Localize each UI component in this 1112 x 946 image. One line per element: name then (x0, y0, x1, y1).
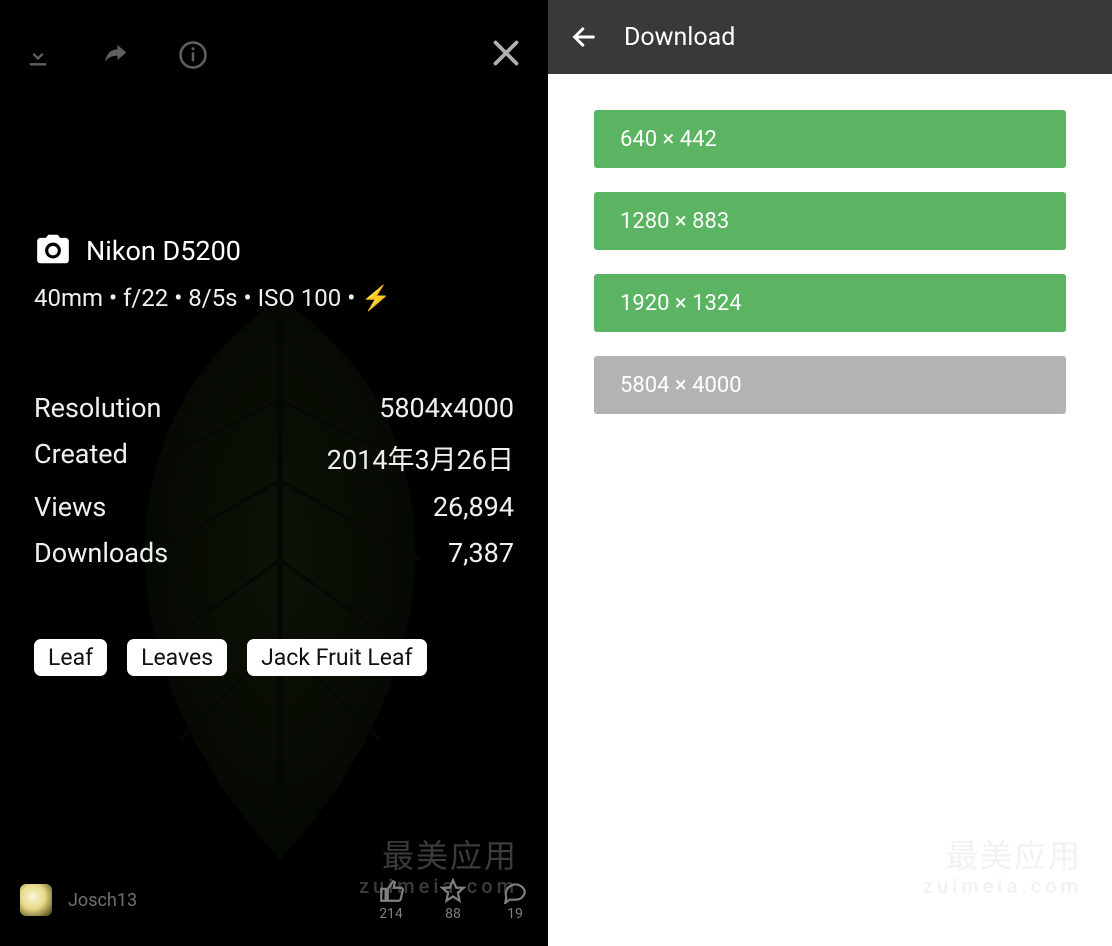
username[interactable]: Josch13 (68, 890, 137, 911)
camera-icon (34, 230, 72, 272)
stat-label: Resolution (34, 392, 161, 424)
camera-model: Nikon D5200 (86, 235, 241, 267)
stat-value: 7,387 (448, 537, 514, 569)
stat-value: 5804x4000 (379, 392, 514, 424)
download-header: Download (548, 0, 1112, 74)
tag-chip[interactable]: Leaves (127, 639, 227, 676)
info-icon[interactable] (178, 40, 208, 70)
comment-count: 19 (507, 906, 523, 922)
stat-created: Created 2014年3月26日 (34, 438, 514, 477)
download-screen: Download 640 × 442 1280 × 883 1920 × 132… (548, 0, 1112, 946)
star-icon (440, 878, 466, 904)
comment-icon (502, 878, 528, 904)
watermark-text: 最美应用 (923, 838, 1082, 875)
close-icon[interactable] (488, 35, 524, 75)
watermark-text: 最美应用 (359, 838, 518, 875)
stat-label: Views (34, 491, 106, 523)
watermark: 最美应用 zuimeia.com (923, 838, 1082, 898)
background-leaf-image (60, 280, 500, 880)
tag-chip[interactable]: Leaf (34, 639, 107, 676)
stat-views: Views 26,894 (34, 491, 514, 523)
exif-settings: 40mm • f/22 • 8/5s • ISO 100 • ⚡ (34, 284, 514, 312)
stat-downloads: Downloads 7,387 (34, 537, 514, 569)
tags-row: Leaf Leaves Jack Fruit Leaf (0, 639, 548, 676)
back-icon[interactable] (570, 23, 598, 51)
image-detail-screen: Nikon D5200 40mm • f/22 • 8/5s • ISO 100… (0, 0, 548, 946)
tag-chip[interactable]: Jack Fruit Leaf (247, 639, 426, 676)
like-count: 214 (379, 906, 403, 922)
stat-value: 26,894 (433, 491, 514, 523)
download-options: 640 × 442 1280 × 883 1920 × 1324 5804 × … (548, 74, 1112, 414)
stat-label: Created (34, 438, 128, 477)
image-stats: Resolution 5804x4000 Created 2014年3月26日 … (0, 392, 548, 569)
download-size-option-disabled[interactable]: 5804 × 4000 (594, 356, 1066, 414)
stat-resolution: Resolution 5804x4000 (34, 392, 514, 424)
favorite-button[interactable]: 88 (440, 878, 466, 922)
download-size-option[interactable]: 1920 × 1324 (594, 274, 1066, 332)
stat-value: 2014年3月26日 (327, 438, 514, 477)
detail-bottom-bar: Josch13 214 88 19 (0, 878, 548, 922)
download-size-option[interactable]: 1280 × 883 (594, 192, 1066, 250)
page-title: Download (624, 23, 735, 52)
watermark-url: zuimeia.com (923, 875, 1082, 898)
avatar[interactable] (20, 884, 52, 916)
like-button[interactable]: 214 (378, 878, 404, 922)
share-icon[interactable] (100, 40, 130, 70)
thumbs-up-icon (378, 878, 404, 904)
download-icon[interactable] (24, 41, 52, 69)
comment-button[interactable]: 19 (502, 878, 528, 922)
favorite-count: 88 (445, 906, 461, 922)
detail-topbar (0, 0, 548, 80)
camera-info: Nikon D5200 40mm • f/22 • 8/5s • ISO 100… (0, 230, 548, 312)
stat-label: Downloads (34, 537, 168, 569)
download-size-option[interactable]: 640 × 442 (594, 110, 1066, 168)
